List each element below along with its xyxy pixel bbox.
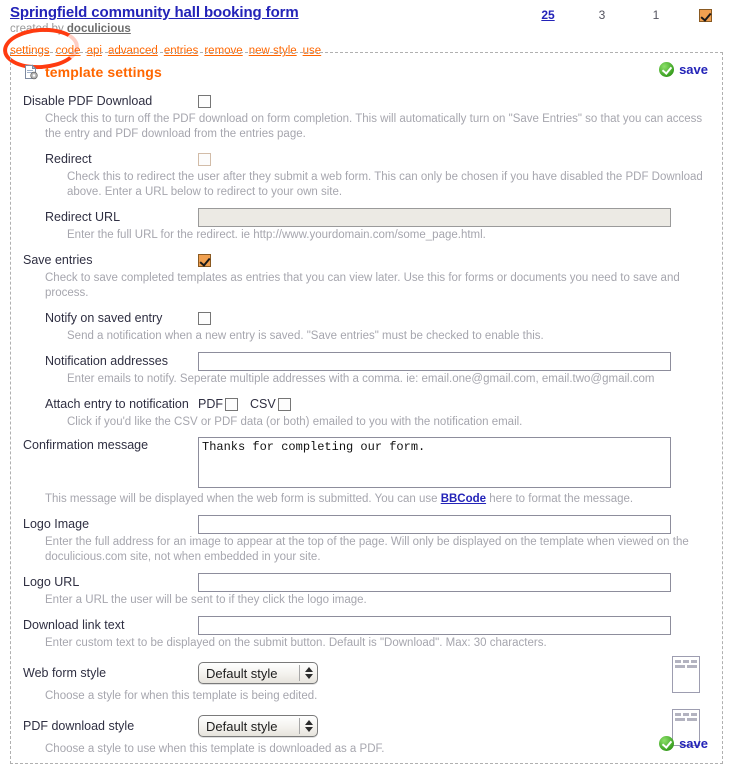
confirmation-message-label: Confirmation message [23, 438, 149, 452]
field-row-logo-image: Logo Image [23, 514, 710, 534]
attach-entry-help: Click if you'd like the CSV or PDF data … [67, 416, 523, 428]
confirmation-message-textarea[interactable] [198, 437, 671, 488]
field-row-redirect: Redirect [23, 149, 710, 169]
field-row-attach-entry: Attach entry to notification PDF CSV [23, 394, 710, 414]
logo-image-help: Enter the full address for an image to a… [45, 536, 689, 563]
save-button-top-label: save [679, 62, 708, 77]
field-row-save-entries: Save entries [23, 250, 710, 270]
confirmation-help-before: This message will be displayed when the … [45, 493, 441, 505]
redirect-url-label: Redirect URL [45, 210, 121, 224]
notification-addresses-help: Enter emails to notify. Seperate multipl… [67, 373, 655, 385]
panel-title: template settings [45, 64, 162, 80]
download-link-text-help: Enter custom text to be displayed on the… [45, 637, 547, 649]
download-link-text-input[interactable] [198, 615, 671, 635]
field-row-confirmation-message: Confirmation message [23, 437, 710, 488]
logo-url-input[interactable] [198, 572, 671, 592]
attach-csv-label: CSV [250, 397, 276, 411]
logo-image-label: Logo Image [23, 517, 90, 531]
second-count: 3 [598, 8, 606, 23]
web-form-style-help: Choose a style for when this template is… [45, 690, 318, 702]
chevron-updown-icon [300, 720, 317, 732]
web-form-style-label: Web form style [23, 666, 107, 680]
template-title-link[interactable]: Springfield community hall booking form [10, 4, 299, 21]
logo-url-help: Enter a URL the user will be sent to if … [45, 594, 367, 606]
field-row-pdf-download-style: PDF download style Default style [23, 709, 710, 746]
redirect-url-help: Enter the full URL for the redirect. ie … [67, 229, 486, 241]
notify-on-saved-entry-checkbox[interactable] [198, 311, 211, 325]
pdf-download-style-label: PDF download style [23, 719, 135, 733]
attach-pdf-label: PDF [198, 397, 223, 411]
bbcode-link[interactable]: BBCode [441, 493, 486, 505]
chevron-updown-icon [300, 667, 317, 679]
confirmation-message-help: This message will be displayed when the … [23, 492, 710, 507]
web-form-style-value: Default style [206, 665, 278, 681]
attach-pdf-checkbox[interactable] [225, 397, 238, 411]
logo-url-label: Logo URL [23, 575, 80, 589]
notification-addresses-input[interactable] [198, 351, 671, 371]
field-row-logo-url: Logo URL [23, 572, 710, 592]
redirect-url-input[interactable] [198, 207, 671, 227]
attach-entry-label: Attach entry to notification [45, 397, 189, 411]
field-row-notification-addresses: Notification addresses [23, 351, 710, 371]
created-by-prefix: created by [10, 23, 64, 35]
disable-pdf-help: Check this to turn off the PDF download … [45, 113, 703, 140]
notify-on-saved-entry-label: Notify on saved entry [45, 311, 163, 325]
redirect-checkbox[interactable] [198, 152, 211, 166]
confirmation-help-after: here to format the message. [486, 493, 634, 505]
web-form-style-select[interactable]: Default style [198, 662, 318, 684]
document-gear-icon [23, 64, 39, 80]
save-entries-help: Check to save completed templates as ent… [45, 272, 680, 299]
save-entries-checkbox[interactable] [198, 253, 211, 267]
disable-pdf-label: Disable PDF Download [23, 94, 153, 108]
notification-addresses-label: Notification addresses [45, 354, 168, 368]
field-row-download-link-text: Download link text [23, 615, 710, 635]
green-check-icon [659, 62, 675, 77]
disable-pdf-checkbox[interactable] [198, 94, 211, 108]
field-row-web-form-style: Web form style Default style [23, 656, 710, 693]
entries-count-link[interactable]: 25 [521, 8, 575, 22]
field-row-redirect-url: Redirect URL [23, 207, 710, 227]
redirect-help: Check this to redirect the user after th… [67, 171, 703, 198]
field-row-disable-pdf: Disable PDF Download [23, 91, 710, 111]
created-by-line: created by doculicious [10, 22, 735, 36]
checkbox-checked-icon[interactable] [698, 9, 712, 23]
page-header: Springfield community hall booking form … [0, 0, 735, 72]
active-status-cell [683, 8, 727, 23]
green-check-icon [659, 736, 675, 751]
save-button-bottom-label: save [679, 736, 708, 751]
attach-entry-options: PDF CSV [198, 397, 291, 411]
logo-image-input[interactable] [198, 514, 671, 534]
notify-on-saved-entry-help: Send a notification when a new entry is … [67, 330, 544, 342]
save-button-top[interactable]: save [659, 62, 708, 77]
header-stats: 25 3 1 [521, 8, 727, 23]
pdf-download-style-select[interactable]: Default style [198, 715, 318, 737]
save-button-bottom[interactable]: save [659, 736, 708, 751]
redirect-label: Redirect [45, 152, 92, 166]
third-count: 1 [652, 8, 660, 23]
panel-header: template settings save [23, 61, 710, 83]
template-settings-panel: template settings save Disable PDF Downl… [10, 52, 723, 764]
download-link-text-label: Download link text [23, 618, 125, 632]
attach-csv-checkbox[interactable] [277, 397, 291, 411]
field-row-notify-on-saved-entry: Notify on saved entry [23, 308, 710, 328]
web-form-style-thumbnail[interactable] [672, 656, 700, 693]
save-entries-label: Save entries [23, 253, 93, 267]
pdf-download-style-value: Default style [206, 718, 278, 734]
pdf-download-style-help: Choose a style to use when this template… [45, 743, 385, 755]
author-link[interactable]: doculicious [67, 23, 131, 35]
